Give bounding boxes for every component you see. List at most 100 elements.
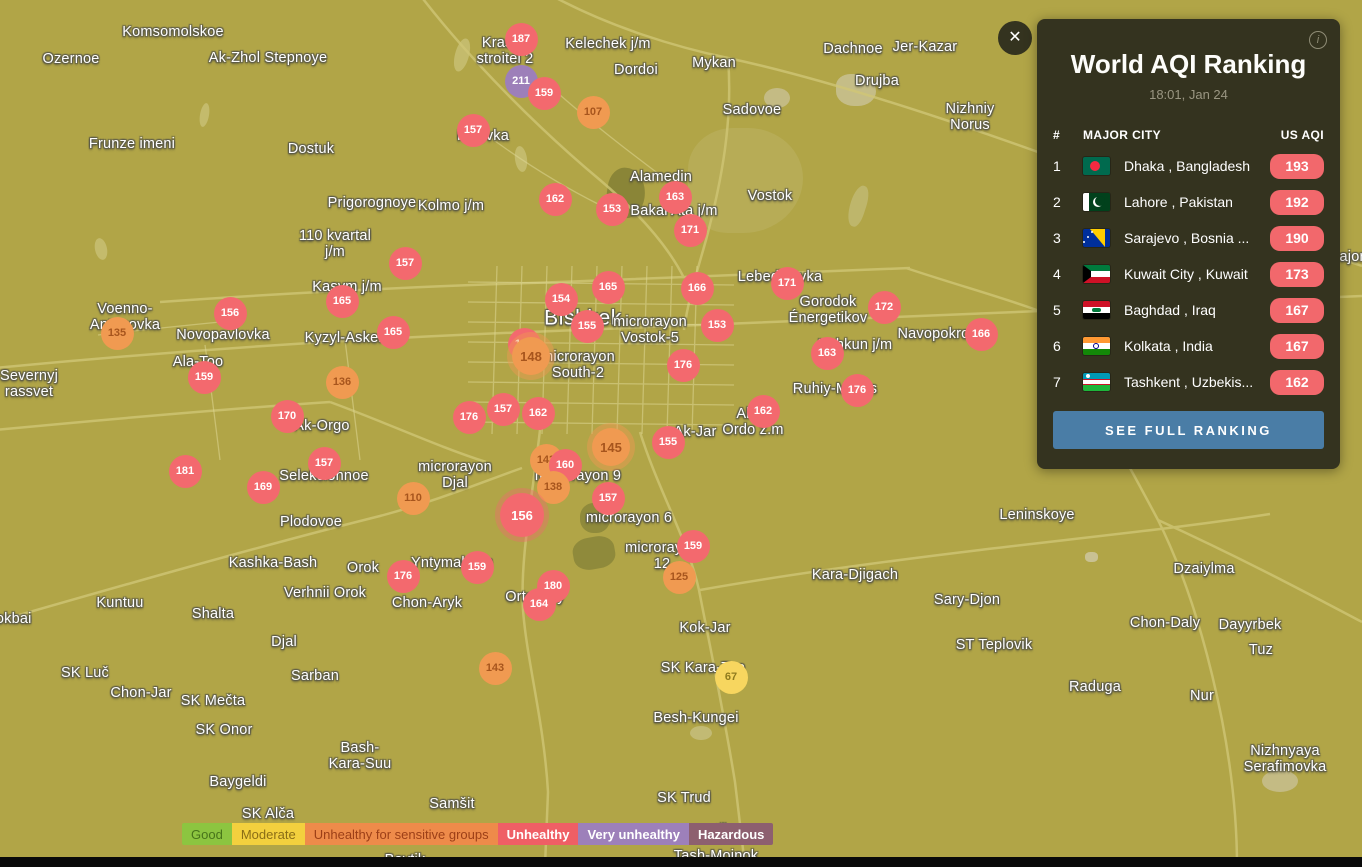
map-label: Tokbai: [0, 612, 32, 628]
aqi-marker[interactable]: 157: [592, 482, 625, 515]
aqi-marker[interactable]: 162: [539, 183, 572, 216]
map-label: Baygeldi: [209, 775, 266, 791]
map-label: Nizhnyaya Serafimovka: [1244, 744, 1327, 776]
aqi-marker[interactable]: 165: [592, 271, 625, 304]
aqi-marker[interactable]: 170: [271, 400, 304, 433]
aqi-marker[interactable]: 136: [326, 366, 359, 399]
aqi-marker[interactable]: 166: [681, 272, 714, 305]
aqi-marker[interactable]: 176: [453, 401, 486, 434]
aqi-badge: 190: [1270, 226, 1324, 251]
ba-flag-icon: [1083, 229, 1110, 247]
terrain-patch: [844, 184, 872, 229]
aqi-marker[interactable]: 166: [965, 318, 998, 351]
info-icon[interactable]: i: [1309, 31, 1327, 49]
map-label: Mykan: [692, 56, 736, 72]
terrain-patch: [451, 37, 473, 73]
map-label: SK Onor: [195, 723, 252, 739]
aqi-marker[interactable]: 159: [188, 361, 221, 394]
ranking-row[interactable]: 1 Dhaka , Bangladesh193: [1037, 148, 1340, 184]
uz-flag-icon: [1083, 373, 1110, 391]
aqi-marker[interactable]: 159: [677, 530, 710, 563]
city-name: Kuwait City , Kuwait: [1124, 266, 1270, 282]
aqi-marker[interactable]: 156: [500, 493, 544, 537]
aqi-marker[interactable]: 155: [652, 426, 685, 459]
aqi-marker[interactable]: 163: [811, 337, 844, 370]
legend-item-good: Good: [182, 823, 232, 845]
aqi-marker[interactable]: 138: [537, 471, 570, 504]
bd-flag-icon: [1083, 157, 1110, 175]
aqi-marker[interactable]: 154: [545, 283, 578, 316]
aqi-marker[interactable]: 176: [667, 349, 700, 382]
map-label: Dordoi: [614, 63, 658, 79]
legend-item-hazardous: Hazardous: [689, 823, 773, 845]
ranking-row[interactable]: 7Tashkent , Uzbekis...162: [1037, 364, 1340, 400]
aqi-marker[interactable]: 110: [397, 482, 430, 515]
aqi-marker[interactable]: 148: [512, 337, 550, 375]
map-label: Nur: [1190, 689, 1214, 705]
aqi-marker[interactable]: 176: [387, 560, 420, 593]
aqi-marker[interactable]: 181: [169, 455, 202, 488]
aqi-marker[interactable]: 172: [868, 291, 901, 324]
column-us-aqi: US AQI: [1281, 128, 1324, 142]
aqi-marker[interactable]: 155: [571, 310, 604, 343]
ranking-row[interactable]: 2Lahore , Pakistan192: [1037, 184, 1340, 220]
terrain-patch: [93, 237, 109, 261]
aqi-marker[interactable]: 165: [326, 285, 359, 318]
aqi-marker[interactable]: 153: [596, 193, 629, 226]
aqi-marker[interactable]: 187: [505, 23, 538, 56]
map-label: Frunze imeni: [89, 137, 175, 153]
aqi-marker[interactable]: 163: [659, 181, 692, 214]
map-label: SK Alča: [242, 807, 294, 823]
aqi-badge: 192: [1270, 190, 1324, 215]
map-label: Kelechek j/m: [565, 37, 650, 53]
kw-flag-icon: [1083, 265, 1110, 283]
column-rank: #: [1053, 128, 1083, 142]
ranking-row[interactable]: 3Sarajevo , Bosnia ...190: [1037, 220, 1340, 256]
aqi-marker[interactable]: 157: [389, 247, 422, 280]
aqi-marker[interactable]: 153: [701, 309, 734, 342]
aqi-marker[interactable]: 107: [577, 96, 610, 129]
map-label: Kok-Jar: [679, 621, 730, 637]
ranking-row[interactable]: 6Kolkata , India167: [1037, 328, 1340, 364]
aqi-marker[interactable]: 135: [101, 317, 134, 350]
map-label: Dayyrbek: [1219, 618, 1282, 634]
map-label: Sadovoe: [723, 103, 782, 119]
aqi-marker[interactable]: 159: [528, 77, 561, 110]
map-label: Kashka-Bash: [229, 556, 317, 572]
aqi-marker[interactable]: 159: [461, 551, 494, 584]
aqi-marker[interactable]: 67: [715, 661, 748, 694]
aqi-marker[interactable]: 169: [247, 471, 280, 504]
map-label: 110 kvartal j/m: [299, 229, 371, 261]
aqi-marker[interactable]: 156: [214, 297, 247, 330]
ranking-row[interactable]: 4Kuwait City , Kuwait173: [1037, 256, 1340, 292]
aqi-marker[interactable]: 164: [523, 588, 556, 621]
aqi-marker[interactable]: 176: [841, 374, 874, 407]
map-label: ST Teplovik: [956, 638, 1033, 654]
aqi-marker[interactable]: 171: [674, 214, 707, 247]
aqi-marker[interactable]: 157: [308, 447, 341, 480]
rank-number: 1: [1053, 158, 1083, 174]
map-label: Orok: [347, 561, 379, 577]
aqi-marker[interactable]: 157: [487, 393, 520, 426]
aqi-marker[interactable]: 145: [592, 428, 630, 466]
aqi-marker[interactable]: 162: [747, 395, 780, 428]
map-label: Besh-Kungei: [653, 711, 738, 727]
aqi-marker[interactable]: 143: [479, 652, 512, 685]
aqi-badge: 193: [1270, 154, 1324, 179]
aqi-marker[interactable]: 165: [377, 316, 410, 349]
map-label: Dostuk: [288, 142, 334, 158]
aqi-marker[interactable]: 171: [771, 267, 804, 300]
map-label: SK Luč: [61, 666, 109, 682]
aqi-marker[interactable]: 157: [457, 114, 490, 147]
aqi-marker[interactable]: 125: [663, 561, 696, 594]
aqi-marker[interactable]: 162: [522, 397, 555, 430]
rank-number: 4: [1053, 266, 1083, 282]
map-label: Tuz: [1249, 643, 1273, 659]
see-full-ranking-button[interactable]: SEE FULL RANKING: [1053, 411, 1324, 449]
close-panel-button[interactable]: ✕: [998, 21, 1032, 55]
map-label: Dachnoe: [823, 42, 882, 58]
bottom-bar: [0, 857, 1362, 867]
city-name: Dhaka , Bangladesh: [1124, 158, 1270, 174]
aqi-badge: 167: [1270, 298, 1324, 323]
ranking-row[interactable]: 5Baghdad , Iraq167: [1037, 292, 1340, 328]
